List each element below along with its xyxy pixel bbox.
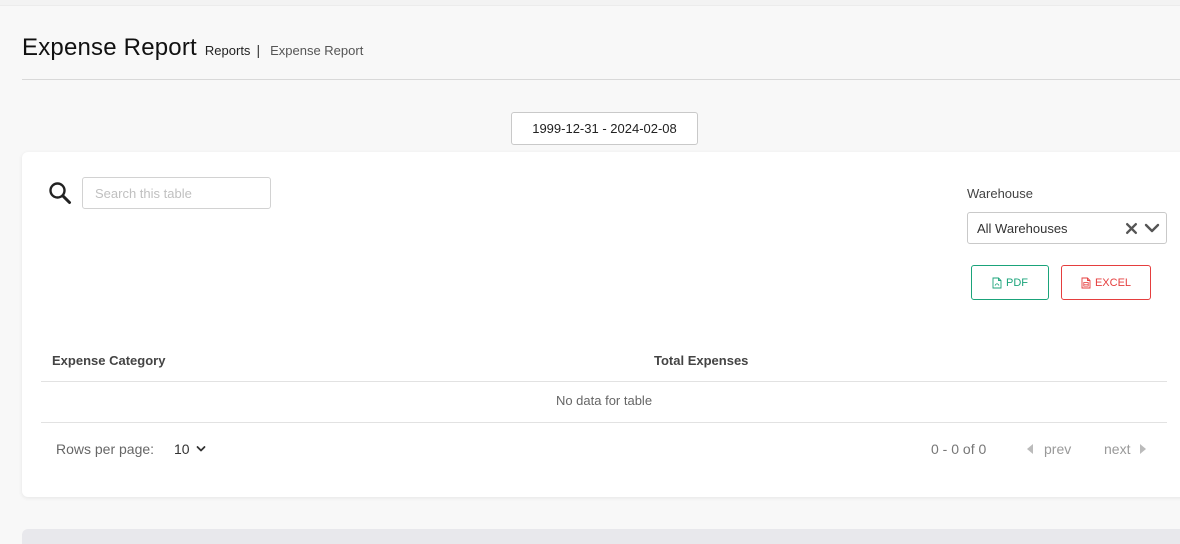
date-range-picker[interactable]: 1999-12-31 - 2024-02-08 xyxy=(511,112,698,145)
pagination-prev-label: prev xyxy=(1044,441,1072,457)
pagination-prev-button[interactable]: prev xyxy=(1027,441,1071,457)
page-title: Expense Report xyxy=(22,34,197,61)
export-pdf-label: PDF xyxy=(1006,276,1028,289)
file-pdf-icon xyxy=(992,277,1002,288)
chevron-down-icon xyxy=(196,446,205,452)
search-icon[interactable] xyxy=(48,181,72,205)
file-excel-icon xyxy=(1081,277,1091,288)
export-excel-label: EXCEL xyxy=(1094,276,1132,289)
close-icon[interactable] xyxy=(1125,222,1138,235)
export-pdf-button[interactable]: PDF xyxy=(971,265,1049,300)
pagination-range: 0 - 0 of 0 xyxy=(931,441,987,457)
chevron-down-icon[interactable] xyxy=(1144,221,1160,235)
warehouse-select[interactable]: All Warehouses xyxy=(967,212,1167,244)
caret-left-icon xyxy=(1027,444,1033,454)
table-empty-message: No data for table xyxy=(555,393,653,408)
footer-bar xyxy=(22,529,1180,544)
breadcrumb-reports-link[interactable]: Reports xyxy=(205,43,251,58)
pagination-next-button[interactable]: next xyxy=(1104,441,1147,457)
rows-per-page-select[interactable]: 10 xyxy=(174,441,206,457)
export-excel-button[interactable]: EXCEL xyxy=(1061,265,1151,300)
breadcrumb-current: Expense Report xyxy=(270,43,364,58)
table-header-divider xyxy=(41,381,1167,382)
warehouse-selected-value: All Warehouses xyxy=(977,220,1068,236)
rows-per-page-value: 10 xyxy=(174,441,190,457)
column-header-expense-category[interactable]: Expense Category xyxy=(52,353,165,368)
rows-per-page-label: Rows per page: xyxy=(56,441,155,457)
pagination-next-label: next xyxy=(1104,441,1131,457)
search-input[interactable] xyxy=(82,177,271,209)
header-divider xyxy=(22,79,1180,80)
breadcrumb: Expense Report Reports | Expense Report xyxy=(22,34,363,62)
warehouse-label: Warehouse xyxy=(967,186,1033,201)
column-header-total-expenses[interactable]: Total Expenses xyxy=(654,353,748,368)
table-footer-divider xyxy=(41,422,1167,423)
breadcrumb-separator: | xyxy=(256,42,261,58)
caret-right-icon xyxy=(1140,444,1147,454)
report-card: Warehouse All Warehouses PDF EXCEL Expen… xyxy=(22,152,1180,497)
